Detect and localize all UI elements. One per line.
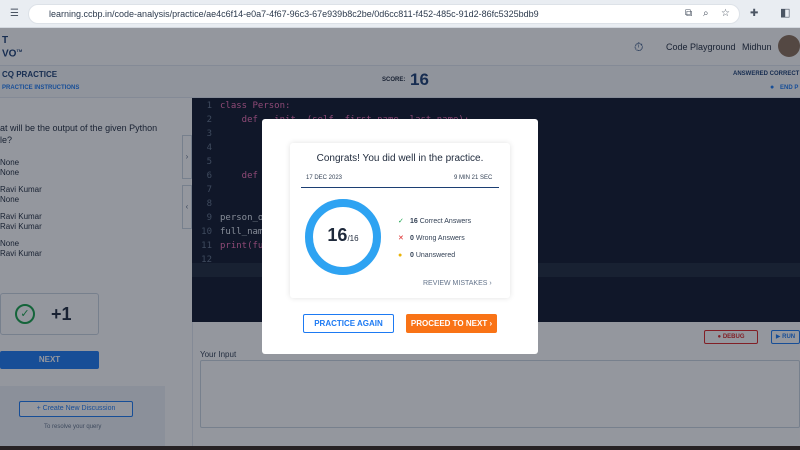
zoom-icon[interactable]: ⌕ — [703, 9, 709, 19]
score-display: 16/16 — [303, 225, 383, 246]
chevron-right-icon: › — [489, 319, 493, 328]
stat-unanswered: ● 0 Unanswered — [398, 247, 471, 264]
divider — [301, 187, 499, 188]
modal-score: 16 — [327, 225, 348, 245]
open-in-app-icon[interactable]: ⧉ — [685, 9, 692, 19]
stats-list: ✓ 16 Correct Answers ✕ 0 Wrong Answers ● 0 … — [398, 213, 471, 264]
cross-icon: ✕ — [398, 235, 404, 242]
practice-duration: 9 MIN 21 SEC — [454, 175, 493, 181]
proceed-to-next-button[interactable]: PROCEED TO NEXT › — [406, 314, 497, 333]
stat-correct: ✓ 16 Correct Answers — [398, 213, 471, 230]
site-info-icon[interactable]: ☰ — [10, 9, 19, 19]
practice-again-button[interactable]: PRACTICE AGAIN — [303, 314, 394, 333]
check-icon: ✓ — [398, 218, 404, 225]
extensions-icon[interactable]: ✚ — [750, 9, 758, 19]
side-panel-icon[interactable]: ◧ — [780, 8, 790, 19]
modal-total: /16 — [347, 234, 359, 243]
dot-icon: ● — [398, 252, 403, 259]
stat-wrong: ✕ 0 Wrong Answers — [398, 230, 471, 247]
browser-toolbar: ☰ learning.ccbp.in/code-analysis/practic… — [0, 0, 800, 28]
congrats-text: Congrats! You did well in the practice. — [316, 153, 484, 164]
chevron-right-icon: › — [489, 280, 492, 287]
address-bar[interactable]: learning.ccbp.in/code-analysis/practice/… — [28, 4, 740, 24]
review-mistakes-link[interactable]: REVIEW MISTAKES › — [423, 280, 492, 287]
practice-date: 17 DEC 2023 — [306, 175, 343, 181]
bookmark-star-icon[interactable]: ☆ — [721, 9, 730, 19]
url-text: learning.ccbp.in/code-analysis/practice/… — [49, 9, 539, 19]
